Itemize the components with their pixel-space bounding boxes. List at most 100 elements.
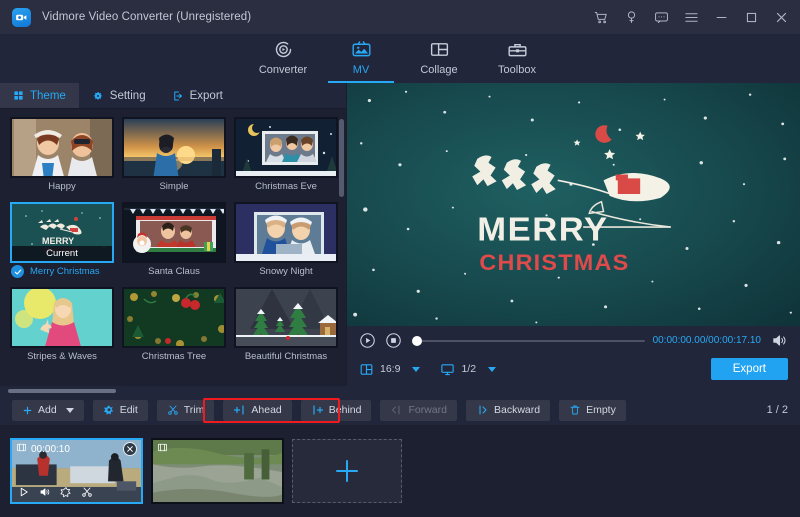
progress-knob[interactable] — [412, 336, 422, 346]
timeline-horizontal-scrollbar[interactable] — [8, 389, 116, 393]
theme-item-santa-claus[interactable]: Santa Claus — [122, 202, 226, 281]
trash-icon — [569, 404, 581, 416]
export-icon — [172, 90, 184, 102]
move-forward-button[interactable]: Forward — [380, 400, 457, 421]
chevron-down-icon[interactable] — [66, 408, 74, 413]
theme-thumbnail: MERRY CHRISTMAS Current — [10, 202, 114, 263]
nav-tab-toolbox[interactable]: Toolbox — [478, 34, 556, 83]
theme-label: Happy — [10, 181, 114, 192]
nav-tab-converter[interactable]: Converter — [244, 34, 322, 83]
theme-selected-check-icon — [11, 265, 24, 278]
film-icon — [157, 442, 168, 456]
key-icon[interactable] — [623, 9, 640, 26]
aspect-ratio-icon — [359, 362, 374, 377]
theme-item-christmas-tree[interactable]: Christmas Tree — [122, 287, 226, 366]
theme-item-happy[interactable]: Happy — [10, 117, 114, 196]
insert-ahead-button[interactable]: Ahead — [223, 400, 291, 421]
chevron-down-icon[interactable] — [488, 367, 496, 372]
converter-icon — [273, 37, 294, 61]
app-window: Vidmore Video Converter (Unregistered) — [0, 0, 800, 517]
timeline-clip-2[interactable] — [151, 438, 284, 504]
play-icon[interactable] — [18, 486, 30, 498]
menu-icon[interactable] — [683, 9, 700, 26]
nav-tab-mv-label: MV — [353, 64, 370, 76]
insert-behind-button[interactable]: Behind — [301, 400, 372, 421]
scissors-icon — [167, 404, 179, 416]
close-icon[interactable] — [773, 9, 790, 26]
theme-label-row: Merry Christmas — [10, 266, 114, 281]
subtab-theme-label: Theme — [30, 90, 66, 102]
effect-icon[interactable] — [60, 486, 72, 498]
theme-label: Stripes & Waves — [10, 351, 114, 362]
cart-icon[interactable] — [593, 9, 610, 26]
theme-thumbnail — [122, 117, 226, 178]
theme-list-scrollbar[interactable] — [339, 119, 344, 197]
theme-label-row: Beautiful Christmas — [234, 351, 338, 366]
plus-icon — [22, 405, 33, 416]
screen-selector[interactable]: 1/2 — [440, 362, 496, 377]
video-preview[interactable]: MERRY CHRISTMAS — [347, 83, 800, 326]
theme-item-stripes-waves[interactable]: Stripes & Waves — [10, 287, 114, 366]
chevron-down-icon[interactable] — [412, 367, 420, 372]
theme-label: Christmas Tree — [122, 351, 226, 362]
theme-item-simple[interactable]: Simple — [122, 117, 226, 196]
theme-label-row: Christmas Tree — [122, 351, 226, 366]
theme-thumbnail — [10, 117, 114, 178]
theme-label-row: Happy — [10, 181, 114, 196]
timecode-display: 00:00:00.00/00:00:17.10 — [653, 335, 761, 346]
player-controls: 00:00:00.00/00:00:17.10 — [347, 326, 800, 386]
page-indicator: 1 / 2 — [767, 404, 788, 416]
toolbox-icon — [507, 37, 528, 61]
timeline-scroll-wrap — [0, 386, 800, 395]
subtab-setting[interactable]: Setting — [79, 83, 159, 108]
progress-slider[interactable] — [412, 340, 645, 342]
theme-item-merry-christmas[interactable]: MERRY CHRISTMAS Current Merry Christmas — [10, 202, 114, 281]
edit-button-label: Edit — [120, 404, 138, 416]
aspect-ratio-value: 16:9 — [380, 363, 400, 375]
edit-button[interactable]: Edit — [93, 400, 148, 421]
subtab-export[interactable]: Export — [159, 83, 236, 108]
export-button[interactable]: Export — [711, 358, 788, 380]
preview-panel: MERRY CHRISTMAS — [347, 83, 800, 386]
theme-thumbnail — [234, 202, 338, 263]
volume-icon[interactable] — [771, 332, 788, 349]
app-title: Vidmore Video Converter (Unregistered) — [42, 11, 251, 23]
theme-label: Simple — [122, 181, 226, 192]
theme-thumbnail — [234, 117, 338, 178]
insert-ahead-label: Ahead — [251, 404, 281, 416]
theme-label-row: Christmas Eve — [234, 181, 338, 196]
titlebar-icon-group — [593, 9, 790, 26]
move-backward-label: Backward — [494, 404, 540, 416]
add-clip-placeholder[interactable] — [292, 439, 402, 503]
subtab-export-label: Export — [190, 90, 223, 102]
theme-item-beautiful-christmas[interactable]: Beautiful Christmas — [234, 287, 338, 366]
nav-tab-mv[interactable]: MV — [322, 34, 400, 83]
theme-item-christmas-eve[interactable]: Christmas Eve — [234, 117, 338, 196]
subtab-theme[interactable]: Theme — [0, 83, 79, 108]
screen-value: 1/2 — [461, 363, 476, 375]
play-icon[interactable] — [359, 332, 376, 349]
collage-icon — [429, 37, 450, 61]
feedback-icon[interactable] — [653, 9, 670, 26]
theme-panel: Theme Setting — [0, 83, 347, 386]
maximize-icon[interactable] — [743, 9, 760, 26]
nav-tab-converter-label: Converter — [259, 64, 307, 76]
theme-thumbnail — [122, 202, 226, 263]
theme-label-row: Snowy Night — [234, 266, 338, 281]
minimize-icon[interactable] — [713, 9, 730, 26]
move-backward-button[interactable]: Backward — [466, 400, 550, 421]
theme-thumbnail — [234, 287, 338, 348]
aspect-ratio-selector[interactable]: 16:9 — [359, 362, 420, 377]
player-options-row: 16:9 1/2 Export — [359, 358, 788, 380]
plus-icon — [332, 456, 362, 486]
stop-icon[interactable] — [385, 332, 402, 349]
timeline-clip-1[interactable]: 00:00:10 — [10, 438, 143, 504]
theme-item-snowy-night[interactable]: Snowy Night — [234, 202, 338, 281]
volume-icon[interactable] — [39, 486, 51, 498]
close-icon[interactable] — [123, 442, 137, 456]
empty-button[interactable]: Empty — [559, 400, 626, 421]
add-button[interactable]: Add — [12, 400, 84, 421]
scissors-icon[interactable] — [81, 486, 93, 498]
trim-button[interactable]: Trim — [157, 400, 215, 421]
nav-tab-collage[interactable]: Collage — [400, 34, 478, 83]
